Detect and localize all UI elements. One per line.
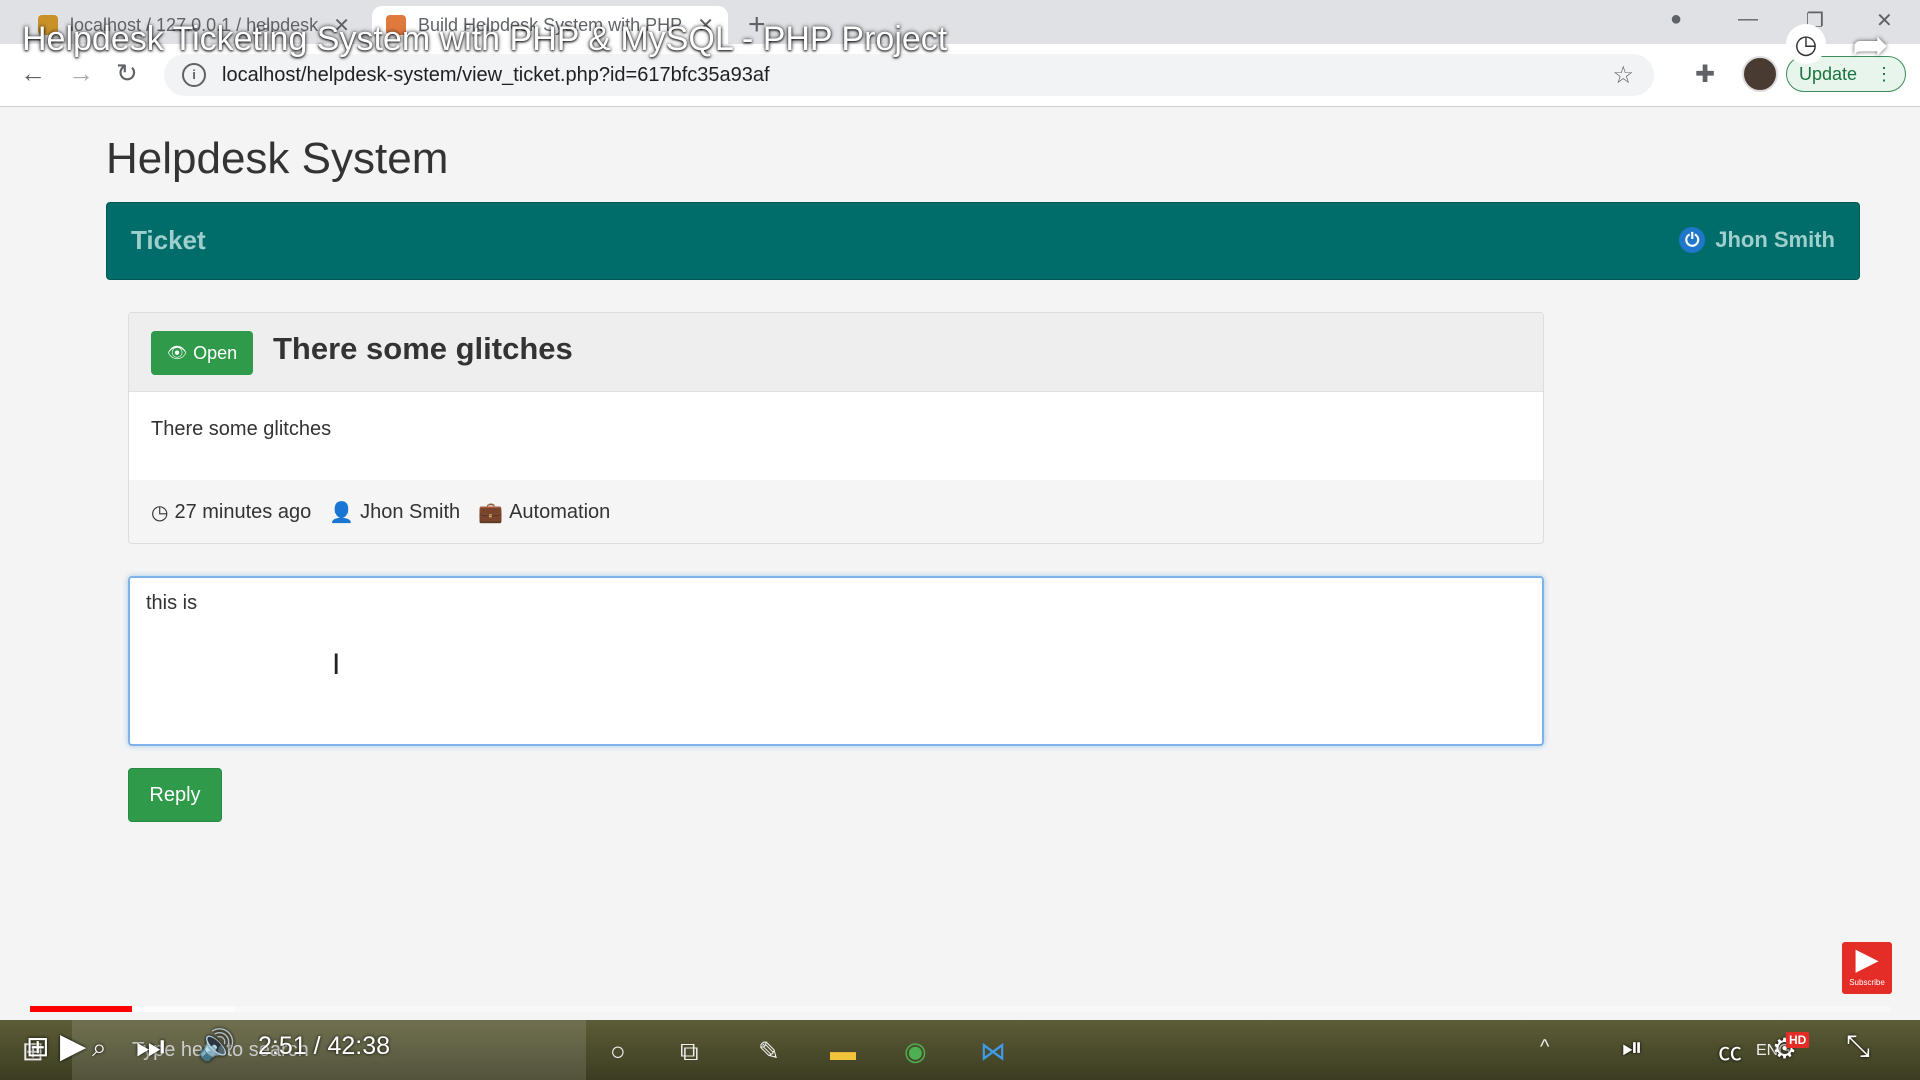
- ticket-panel: 👁 Open There some glitches There some gl…: [128, 312, 1544, 544]
- department-text: Automation: [509, 500, 611, 523]
- text-cursor-icon: I: [332, 648, 341, 681]
- bookmark-star-icon[interactable]: ☆: [1612, 61, 1634, 90]
- chrome-app-icon[interactable]: ◉: [904, 1036, 927, 1067]
- address-bar[interactable]: i localhost/helpdesk-system/view_ticket.…: [164, 54, 1654, 96]
- navbar-user-menu[interactable]: ⏻ Jhon Smith: [1679, 227, 1835, 253]
- user-icon: 👤: [329, 501, 355, 524]
- author-text: Jhon Smith: [360, 500, 461, 523]
- ticket-meta: ◷ 27 minutes ago 👤 Jhon Smith 💼 Automati…: [129, 480, 1543, 543]
- tray-chevron-icon[interactable]: ^: [1540, 1036, 1549, 1059]
- ticket-author: 👤 Jhon Smith: [329, 500, 460, 525]
- paint-app-icon[interactable]: ✎: [758, 1036, 780, 1067]
- ticket-body: There some glitches: [129, 392, 1543, 480]
- ticket-title: There some glitches: [273, 331, 573, 366]
- video-progress-bar[interactable]: [30, 1006, 1890, 1012]
- site-info-icon[interactable]: i: [182, 63, 206, 87]
- back-arrow-icon[interactable]: ←: [20, 58, 46, 89]
- eye-icon: 👁: [166, 345, 188, 362]
- exit-fullscreen-icon[interactable]: ⤡: [1846, 1030, 1870, 1064]
- page-title: Helpdesk System: [106, 134, 449, 183]
- minimize-icon[interactable]: —: [1738, 8, 1758, 31]
- hd-badge: HD: [1786, 1032, 1810, 1048]
- extensions-puzzle-icon[interactable]: ✚: [1695, 60, 1715, 89]
- app-navbar: Ticket ⏻ Jhon Smith: [106, 202, 1860, 280]
- subscribe-label: Subscribe: [1849, 978, 1885, 987]
- ticket-time: ◷ 27 minutes ago: [151, 500, 311, 525]
- captions-icon[interactable]: ㏄: [1718, 1032, 1742, 1067]
- reload-icon[interactable]: ↻: [116, 58, 138, 89]
- task-view-icon[interactable]: ⧉: [680, 1036, 699, 1068]
- power-icon: ⏻: [1679, 227, 1706, 253]
- clock-icon: ◷: [151, 501, 169, 524]
- play-icon[interactable]: ▶: [60, 1026, 86, 1066]
- play-triangle-icon: ▶: [1855, 943, 1879, 976]
- video-time: 2:51 / 42:38: [258, 1032, 391, 1060]
- status-label: Open: [193, 342, 238, 363]
- search-icon[interactable]: ⌕: [92, 1032, 107, 1064]
- ticket-message: There some glitches: [151, 418, 332, 440]
- video-title: Helpdesk Ticketing System with PHP & MyS…: [22, 20, 948, 58]
- update-label: Update: [1799, 63, 1858, 84]
- chrome-menu-icon[interactable]: ●: [1670, 8, 1682, 31]
- ticket-department: 💼 Automation: [478, 500, 610, 525]
- cortana-circle-icon[interactable]: ○: [610, 1036, 626, 1067]
- vscode-app-icon[interactable]: ⋈: [980, 1036, 1006, 1067]
- navbar-user-name: Jhon Smith: [1715, 227, 1835, 252]
- file-explorer-icon[interactable]: ▬: [830, 1036, 856, 1067]
- reply-textarea[interactable]: [128, 576, 1544, 746]
- volume-icon[interactable]: 🔊: [198, 1028, 235, 1063]
- next-video-icon[interactable]: ⏭: [136, 1028, 165, 1066]
- autoplay-toggle-icon[interactable]: ⏯: [1622, 1032, 1643, 1064]
- address-url[interactable]: localhost/helpdesk-system/view_ticket.ph…: [222, 64, 770, 87]
- profile-avatar[interactable]: [1742, 56, 1778, 92]
- played-bar: [30, 1006, 133, 1012]
- time-ago-text: 27 minutes ago: [174, 500, 312, 523]
- ticket-header: 👁 Open There some glitches: [129, 313, 1543, 392]
- status-open-button[interactable]: 👁 Open: [151, 331, 253, 375]
- subscribe-button[interactable]: ▶ Subscribe: [1842, 942, 1892, 994]
- briefcase-icon: 💼: [478, 501, 504, 524]
- watch-later-clock-icon[interactable]: ◷: [1786, 24, 1826, 64]
- reply-button[interactable]: Reply: [128, 768, 222, 822]
- forward-arrow-icon[interactable]: →: [68, 58, 94, 89]
- share-arrow-icon[interactable]: ➦: [1852, 20, 1889, 71]
- windows-logo-icon[interactable]: ⊞: [26, 1030, 49, 1063]
- navbar-brand-ticket[interactable]: Ticket: [131, 225, 206, 256]
